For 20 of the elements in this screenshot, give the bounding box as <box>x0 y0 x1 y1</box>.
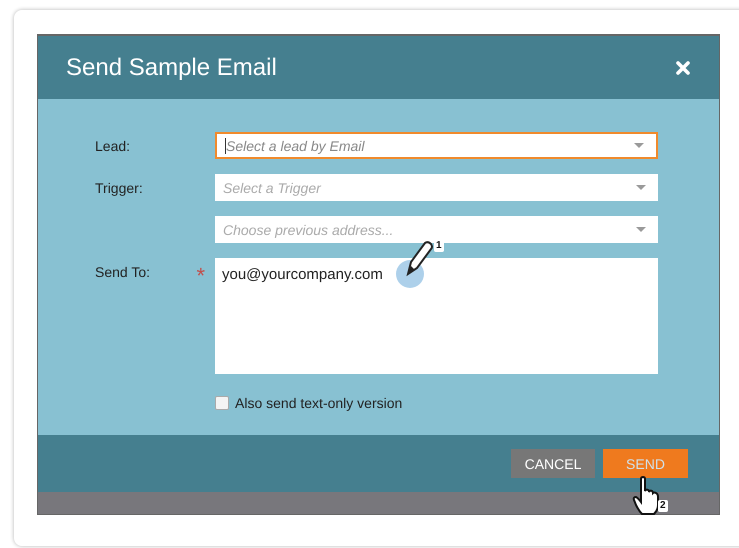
send-button[interactable]: SEND <box>603 449 688 478</box>
dialog-title: Send Sample Email <box>66 54 277 82</box>
field-label: Lead: <box>95 138 130 154</box>
dropdown-arrow-icon <box>636 184 646 190</box>
checkbox[interactable] <box>215 396 229 410</box>
step-number: 2 <box>658 500 668 512</box>
field-label: Send To: <box>95 264 150 282</box>
dropdown-arrow-icon <box>634 142 644 148</box>
close-icon[interactable] <box>675 60 691 76</box>
pencil-cursor-icon <box>396 240 436 290</box>
cancel-button[interactable]: CANCEL <box>511 449 595 478</box>
field-label: Trigger: <box>95 180 143 196</box>
hand-cursor-icon <box>632 476 662 516</box>
checkbox-label: Also send text-only version <box>235 395 402 411</box>
dropdown-arrow-icon <box>636 226 646 232</box>
dropdown-field[interactable]: Select a lead by Email <box>215 132 658 159</box>
step-number: 1 <box>434 240 444 252</box>
dropdown-field[interactable]: Select a Trigger <box>215 174 658 201</box>
recipient-field[interactable]: you@yourcompany.com <box>215 258 658 374</box>
required-mark: * <box>196 264 205 284</box>
